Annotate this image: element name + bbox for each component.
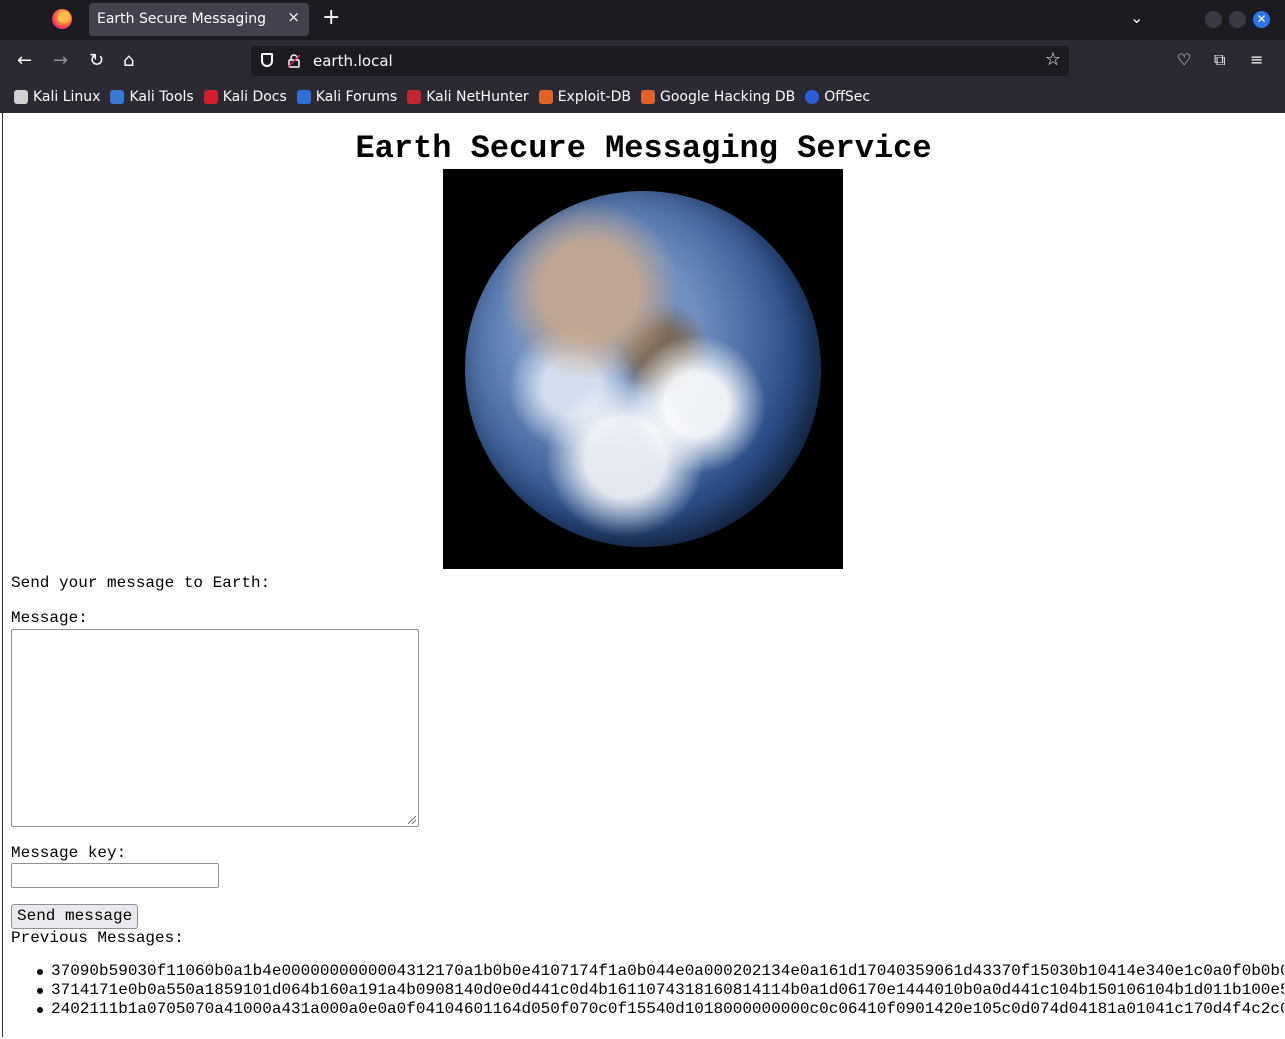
tab-earth-secure-messaging[interactable]: Earth Secure Messaging ×: [89, 3, 309, 36]
offsec-icon: [805, 90, 820, 104]
close-tab-icon[interactable]: ×: [287, 8, 300, 26]
new-tab-button[interactable]: +: [322, 5, 340, 31]
forward-arrow-icon[interactable]: →: [53, 50, 68, 72]
kali-docs-icon: [203, 90, 218, 104]
bookmark-kali-docs[interactable]: Kali Docs: [203, 89, 287, 105]
bookmark-label: Google Hacking DB: [659, 89, 796, 105]
bookmark-label: Kali Forums: [315, 89, 398, 105]
bookmark-google-hacking-db[interactable]: Google Hacking DB: [640, 89, 796, 105]
message-key-label: Message key:: [11, 844, 127, 862]
kali-nethunter-icon: [407, 90, 422, 104]
earth-globe: [465, 191, 821, 547]
bookmark-label: Exploit-DB: [557, 89, 631, 105]
pocket-icon[interactable]: ♡: [1177, 50, 1191, 69]
bookmark-star-icon[interactable]: ☆: [1045, 49, 1061, 70]
bookmark-label: Kali Docs: [222, 89, 287, 105]
hamburger-menu-icon[interactable]: ≡: [1250, 50, 1263, 69]
url-text: earth.local: [313, 52, 393, 70]
insecure-lock-icon[interactable]: [288, 54, 300, 68]
message-key-input[interactable]: [11, 863, 219, 888]
previous-messages-list: 37090b59030f11060b0a1b4e0000000000004312…: [35, 962, 1284, 1019]
bookmark-kali-tools[interactable]: Kali Tools: [110, 89, 194, 105]
page-title: Earth Secure Messaging Service: [355, 130, 932, 168]
browser-chrome: Earth Secure Messaging × + ⌄ ✕ ← → ↻ ⌂ e…: [0, 0, 1285, 113]
bookmarks-toolbar: Kali Linux Kali Tools Kali Docs Kali For…: [14, 87, 880, 107]
back-arrow-icon[interactable]: ←: [17, 50, 32, 72]
home-icon[interactable]: ⌂: [123, 50, 134, 72]
bookmark-label: Kali Tools: [129, 89, 194, 105]
earth-image: [443, 169, 843, 569]
bookmark-kali-nethunter[interactable]: Kali NetHunter: [407, 89, 529, 105]
bookmark-label: Kali Linux: [33, 89, 101, 105]
tab-bar: Earth Secure Messaging × + ⌄ ✕: [0, 0, 1285, 40]
list-item: 3714171e0b0a550a1859101d064b160a191a4b09…: [35, 981, 1284, 1000]
previous-messages-label: Previous Messages:: [11, 929, 184, 947]
bookmark-label: OffSec: [824, 89, 871, 105]
bullet-icon: [37, 969, 43, 975]
bullet-icon: [37, 1007, 43, 1013]
list-item: 2402111b1a0705070a41000a431a000a0e0a0f04…: [35, 1000, 1284, 1019]
kali-forums-icon: [296, 90, 311, 104]
bookmark-label: Kali NetHunter: [426, 89, 529, 105]
reload-icon[interactable]: ↻: [89, 50, 104, 72]
bookmark-offsec[interactable]: OffSec: [805, 89, 870, 105]
tracking-protection-shield-icon[interactable]: [261, 53, 273, 67]
message-text: 37090b59030f11060b0a1b4e0000000000004312…: [51, 962, 1284, 980]
message-textarea[interactable]: [11, 629, 419, 827]
list-all-tabs-chevron-icon[interactable]: ⌄: [1130, 8, 1143, 27]
ghdb-icon: [640, 90, 655, 104]
kali-tools-icon: [110, 90, 125, 104]
bullet-icon: [37, 988, 43, 994]
bookmark-kali-forums[interactable]: Kali Forums: [296, 89, 398, 105]
close-window-button[interactable]: ✕: [1253, 11, 1270, 28]
extensions-puzzle-icon[interactable]: ⧉: [1214, 50, 1225, 70]
message-text: 2402111b1a0705070a41000a431a000a0e0a0f04…: [51, 1000, 1284, 1018]
message-text: 3714171e0b0a550a1859101d064b160a191a4b09…: [51, 981, 1284, 999]
bookmark-exploit-db[interactable]: Exploit-DB: [538, 89, 631, 105]
firefox-logo-icon[interactable]: [52, 9, 72, 29]
resize-handle-icon[interactable]: [408, 816, 416, 824]
bookmark-kali-linux[interactable]: Kali Linux: [14, 89, 100, 105]
list-item: 37090b59030f11060b0a1b4e0000000000004312…: [35, 962, 1284, 981]
send-message-button[interactable]: Send message: [11, 904, 139, 929]
maximize-window-button[interactable]: [1229, 11, 1246, 28]
send-prompt: Send your message to Earth:: [11, 574, 271, 592]
page-content: Earth Secure Messaging Service Send your…: [2, 113, 1284, 1037]
kali-dragon-icon: [14, 90, 28, 104]
url-bar[interactable]: earth.local ☆: [251, 46, 1069, 76]
minimize-window-button[interactable]: [1205, 11, 1222, 28]
tab-title: Earth Secure Messaging: [97, 11, 266, 27]
exploit-db-icon: [538, 90, 553, 104]
message-label: Message:: [11, 609, 88, 627]
